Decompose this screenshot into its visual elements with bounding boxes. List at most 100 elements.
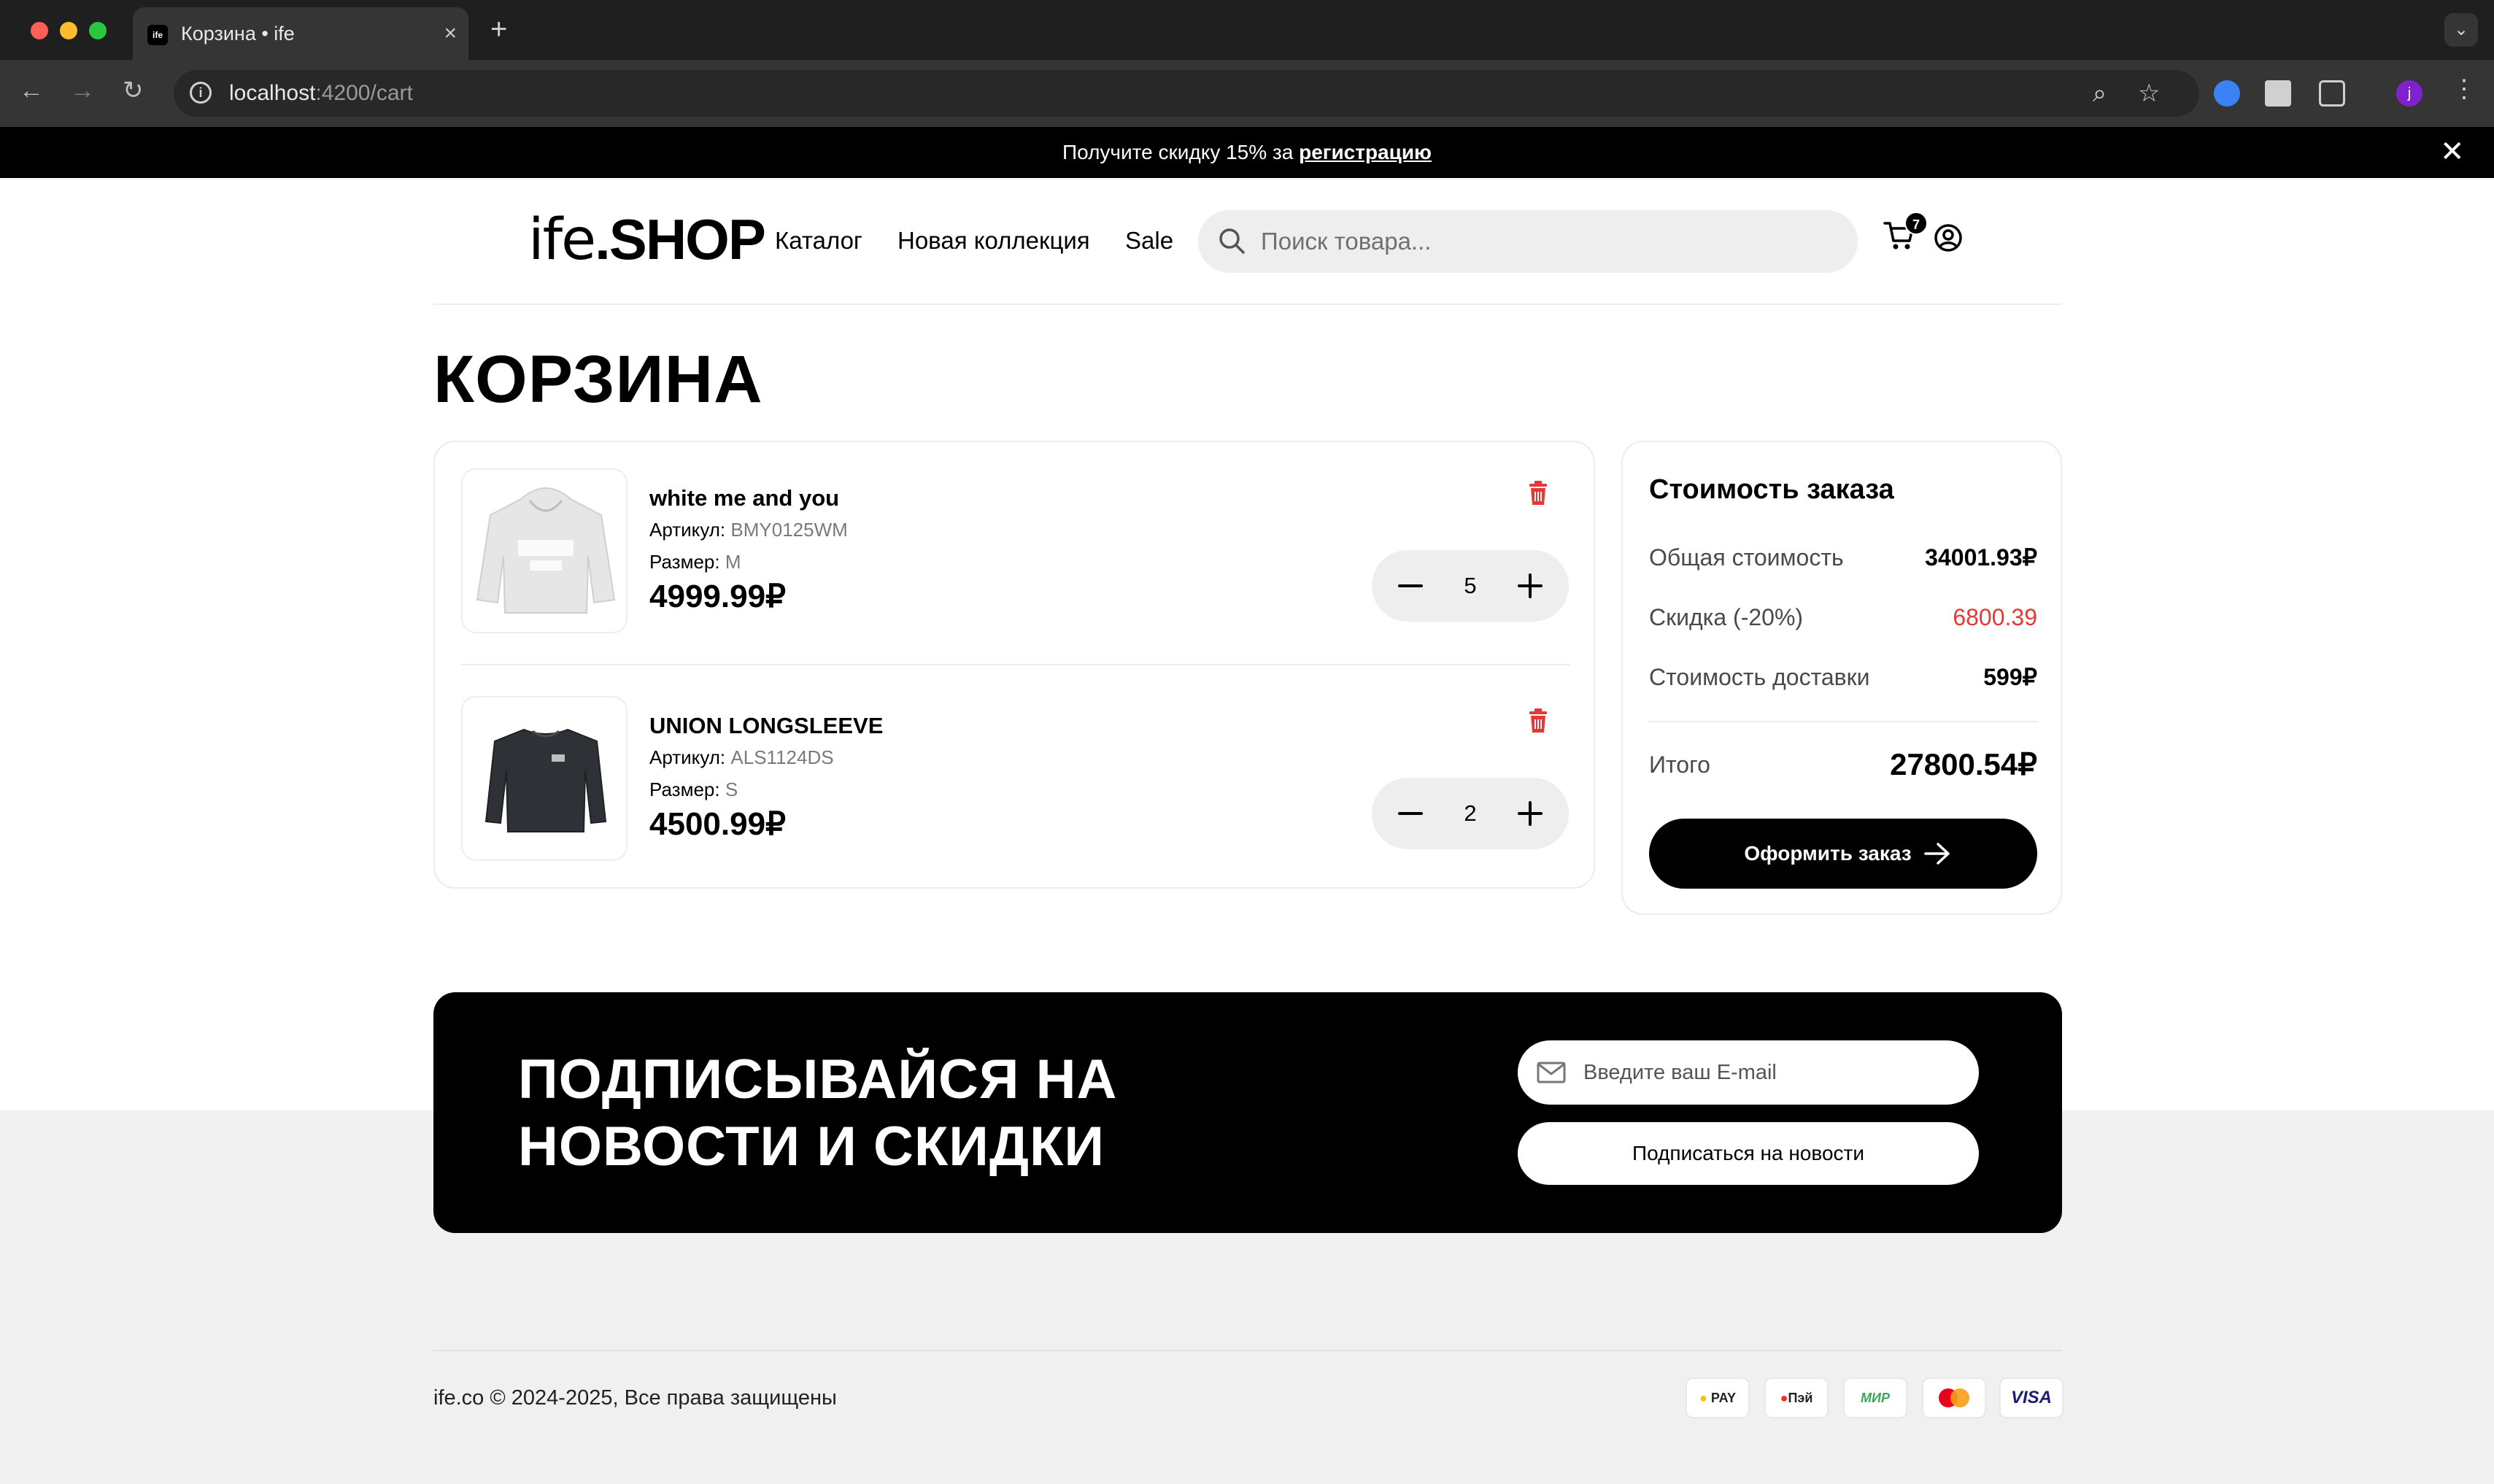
bookmark-star-icon[interactable]: ☆ [2138,79,2160,108]
user-account-icon[interactable] [1934,223,1963,252]
trash-icon[interactable] [1526,708,1550,734]
sberpay-label: Пэй [1788,1391,1813,1405]
delivery-row: Стоимость доставки 599₽ [1649,661,2037,693]
logo-bold: .SHOP [595,207,766,271]
registration-link[interactable]: регистрацию [1299,141,1432,163]
zoom-icon[interactable]: ⌕ [2093,79,2107,108]
mir-badge: МИР [1843,1377,1907,1418]
header-divider [433,304,2062,305]
email-input[interactable] [1583,1055,1956,1090]
plus-icon[interactable] [1513,797,1547,830]
address-bar[interactable]: i localhost:4200/cart ⌕ ☆ [174,70,2199,117]
extensions-puzzle-icon[interactable] [2319,80,2345,107]
tab-title: Корзина • ife [181,23,295,45]
promo-message: Получите скидку 15% за [1062,141,1300,163]
browser-tab[interactable]: ife Корзина • ife × [133,7,468,60]
grand-total-value: 27800.54₽ [1890,747,2037,781]
newsletter-banner: ПОДПИСЫВАЙСЯ НА НОВОСТИ И СКИДКИ Подписа… [433,992,2062,1233]
search-input[interactable] [1261,223,1830,260]
discount-value: 6800.39 [1953,604,2037,630]
footer-divider [433,1350,2062,1351]
total-cost-value: 34001.93₽ [1925,544,2037,571]
product-name[interactable]: UNION LONGSLEEVE [649,712,883,740]
product-article: Артикул: ALS1124DS [649,746,834,769]
hoodie-image [476,487,616,614]
article-value: ALS1124DS [730,746,834,768]
site-info-icon[interactable]: i [190,82,212,104]
tab-close-icon[interactable]: × [444,22,457,45]
browser-chrome: ife Корзина • ife × + ⌄ ← → ↻ i localhos… [0,0,2494,127]
back-icon[interactable]: ← [19,76,44,105]
article-label: Артикул: [649,519,731,541]
url-text[interactable]: localhost:4200/cart [229,80,413,107]
tab-search-icon[interactable]: ⌄ [2444,13,2478,47]
total-cost-label: Общая стоимость [1649,544,1844,571]
favicon-icon: ife [147,25,168,45]
reload-icon[interactable]: ↻ [123,76,144,105]
nav-new-collection[interactable]: Новая коллекция [897,226,1090,255]
summary-title: Стоимость заказа [1649,474,1894,505]
maximize-window-button[interactable] [89,22,107,39]
newsletter-title-line1: ПОДПИСЫВАЙСЯ НА [518,1048,1118,1110]
checkout-label: Оформить заказ [1744,842,1912,865]
search-bar[interactable] [1198,210,1858,273]
page-title: КОРЗИНА [433,342,763,417]
visa-badge: VISA [1999,1377,2063,1418]
checkout-button[interactable]: Оформить заказ [1649,819,2037,889]
tpay-label: PAY [1710,1391,1736,1405]
site-logo[interactable]: ife.SHOP [528,207,766,273]
nav-catalog[interactable]: Каталог [775,226,862,255]
discount-label: Скидка (-20%) [1649,604,1804,630]
product-article: Артикул: BMY0125WM [649,518,848,541]
minus-icon[interactable] [1394,569,1427,603]
cart-count-badge: 7 [1904,212,1928,235]
promo-bar: Получите скидку 15% за регистрацию ✕ [0,127,2494,178]
product-name[interactable]: white me and you [649,484,839,512]
product-image[interactable] [461,696,628,861]
browser-menu-icon[interactable]: ⋮ [2452,74,2476,104]
article-value: BMY0125WM [730,519,848,541]
email-field[interactable] [1518,1040,1979,1105]
product-image[interactable] [461,468,628,633]
minus-icon[interactable] [1394,797,1427,830]
size-value: M [725,551,741,573]
plus-icon[interactable] [1513,569,1547,603]
copyright-text: ife.co © 2024-2025, Все права защищены [433,1386,837,1410]
size-value: S [725,778,738,800]
newsletter-title-line2: НОВОСТИ И СКИДКИ [518,1116,1105,1178]
minimize-window-button[interactable] [60,22,77,39]
item-divider [461,664,1570,665]
tpay-badge: ● PAY [1686,1377,1750,1418]
total-cost-row: Общая стоимость 34001.93₽ [1649,541,2037,573]
product-price: 4999.99₽ [649,579,787,614]
discount-row: Скидка (-20%) 6800.39 [1649,601,2037,633]
cart-items-card: white me and you Артикул: BMY0125WM Разм… [433,441,1595,889]
qr-code-icon[interactable] [2265,80,2291,107]
trash-icon[interactable] [1526,480,1550,506]
mastercard-badge [1922,1377,1986,1418]
grand-total-label: Итого [1649,751,1710,778]
longsleeve-image [484,728,607,832]
article-label: Артикул: [649,746,731,768]
close-window-button[interactable] [31,22,48,39]
extension-shazam-icon[interactable] [2214,80,2240,107]
subscribe-button[interactable]: Подписаться на новости [1518,1122,1979,1185]
logo-thin: ife [528,207,596,273]
mail-icon [1537,1062,1566,1083]
delivery-value: 599₽ [1983,664,2037,690]
new-tab-icon[interactable]: + [490,15,507,44]
tab-bar: ife Корзина • ife × + ⌄ [0,0,2494,60]
size-label: Размер: [649,778,725,800]
promo-close-icon[interactable]: ✕ [2440,137,2465,166]
arrow-right-icon [1924,843,1950,865]
grand-total-row: Итого 27800.54₽ [1649,749,2037,781]
product-size: Размер: M [649,550,741,573]
order-summary: Стоимость заказа Общая стоимость 34001.9… [1621,441,2062,915]
profile-avatar[interactable]: j [2396,80,2422,107]
promo-text: Получите скидку 15% за регистрацию [0,140,2494,165]
product-price: 4500.99₽ [649,806,787,842]
product-size: Размер: S [649,778,738,801]
nav-sale[interactable]: Sale [1125,226,1173,255]
forward-icon[interactable]: → [70,76,95,105]
mastercard-icon [1939,1388,1969,1407]
